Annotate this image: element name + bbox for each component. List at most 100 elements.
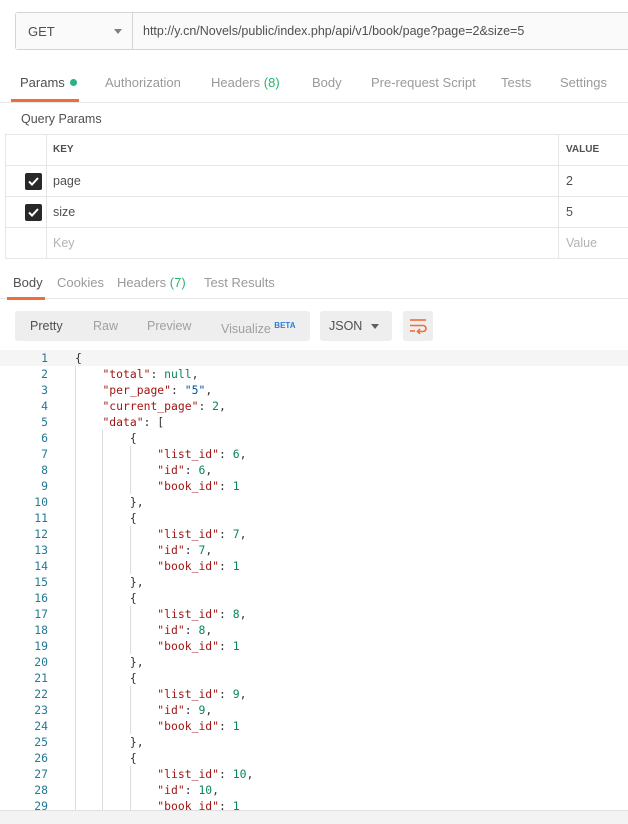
code-line: 23 "id": 9, [0,702,628,718]
wrap-lines-button[interactable] [403,311,433,341]
visualize-button[interactable]: Visualize BETA [221,311,295,341]
line-number: 28 [34,783,48,797]
checkbox-page[interactable] [25,173,42,190]
method-select[interactable]: GET [16,13,133,49]
tab-settings[interactable]: Settings [560,75,607,90]
code-text: { [75,511,137,525]
code-text: }, [75,495,144,509]
code-text: "book_id": 1 [157,719,240,733]
code-text: "book_id": 1 [157,479,240,493]
code-line: 21 { [0,670,628,686]
line-number: 14 [34,559,48,573]
param-key[interactable]: size [53,197,75,227]
column-divider [46,228,47,258]
response-body-editor[interactable]: 1{2 "total": null, 3 "per_page": "5", 4 "c… [0,350,628,810]
code-text: }, [75,655,144,669]
code-text: "list_id": 7, [157,527,247,541]
key-column-header: KEY [53,144,74,155]
query-params-title: Query Params [21,112,102,126]
tab-response-body[interactable]: Body [13,275,43,290]
beta-badge: BETA [274,321,296,330]
indent-guide [75,366,76,810]
line-number: 19 [34,639,48,653]
line-number: 25 [34,735,48,749]
code-line: 7 "list_id": 6, [0,446,628,462]
chevron-down-icon [114,28,122,34]
tab-params[interactable]: Params [20,75,77,90]
visualize-label: Visualize [221,322,271,336]
code-line: 29 "book_id": 1 [0,798,628,810]
line-number: 23 [34,703,48,717]
indent-guide [129,606,131,654]
tab-response-headers-count: (7) [169,275,186,290]
tab-authorization[interactable]: Authorization [105,75,181,90]
code-line: 17 "list_id": 8, [0,606,628,622]
value-column-header: VALUE [558,135,628,165]
active-response-tab-indicator [7,297,45,300]
tab-cookies[interactable]: Cookies [57,275,104,290]
code-text: { [75,671,137,685]
code-line: 3 "per_page": "5", [0,382,628,398]
line-number: 27 [34,767,48,781]
checkbox-size[interactable] [25,204,42,221]
line-number: 26 [34,751,48,765]
new-value-input[interactable]: Value [558,228,628,258]
line-number: 3 [41,383,48,397]
tab-prerequest-script[interactable]: Pre-request Script [371,75,476,90]
preview-button[interactable]: Preview [147,311,191,341]
response-tabs: Body Cookies Headers (7) Test Results [0,266,628,300]
param-row-new: Key Value [5,228,628,259]
line-number: 21 [34,671,48,685]
pretty-button[interactable]: Pretty [30,311,63,341]
code-line: 16 { [0,590,628,606]
code-text: { [75,591,137,605]
code-text: { [75,351,82,365]
checkmark-icon [28,208,39,217]
code-text: "list_id": 8, [157,607,247,621]
format-select[interactable]: JSON [320,311,392,341]
params-header-row: KEY VALUE [5,135,628,166]
params-active-dot [69,79,77,86]
line-number: 6 [41,431,48,445]
code-line: 13 "id": 7, [0,542,628,558]
line-number: 16 [34,591,48,605]
tab-tests[interactable]: Tests [501,75,531,90]
code-line: 20 }, [0,654,628,670]
query-params-table: KEY VALUE page 2 size 5 Key Value [5,134,628,259]
param-row-size: size 5 [5,197,628,228]
code-line: 4 "current_page": 2, [0,398,628,414]
code-line: 5 "data": [ [0,414,628,430]
code-text: "id": 7, [157,543,213,557]
code-text: "list_id": 6, [157,447,247,461]
code-text: "book_id": 1 [157,639,240,653]
code-line: 27 "list_id": 10, [0,766,628,782]
code-line: 14 "book_id": 1 [0,558,628,574]
raw-button[interactable]: Raw [93,311,118,341]
code-line: 1{ [0,350,628,366]
line-number: 11 [34,511,48,525]
param-value[interactable]: 5 [558,197,628,227]
request-bar: GET http://y.cn/Novels/public/index.php/… [15,12,628,50]
tab-headers[interactable]: Headers (8) [211,75,280,90]
code-line: 26 { [0,750,628,766]
column-divider [46,166,47,196]
new-key-input[interactable]: Key [53,228,75,258]
code-line: 18 "id": 8, [0,622,628,638]
tab-test-results[interactable]: Test Results [204,275,275,290]
code-text: { [75,431,137,445]
view-mode-group: Pretty Raw Preview Visualize BETA [15,311,310,341]
tab-body[interactable]: Body [312,75,342,90]
indent-guide [129,766,131,810]
param-value[interactable]: 2 [558,166,628,196]
param-key[interactable]: page [53,166,81,196]
url-input[interactable]: http://y.cn/Novels/public/index.php/api/… [133,13,628,49]
method-label: GET [28,23,55,39]
indent-guide [129,526,131,574]
line-number: 7 [41,447,48,461]
line-number: 20 [34,655,48,669]
active-tab-indicator [11,99,79,102]
code-text: }, [75,575,144,589]
code-text: "total": null, [102,367,199,381]
tab-response-headers-label: Headers [117,275,167,290]
tab-response-headers[interactable]: Headers (7) [117,275,186,290]
